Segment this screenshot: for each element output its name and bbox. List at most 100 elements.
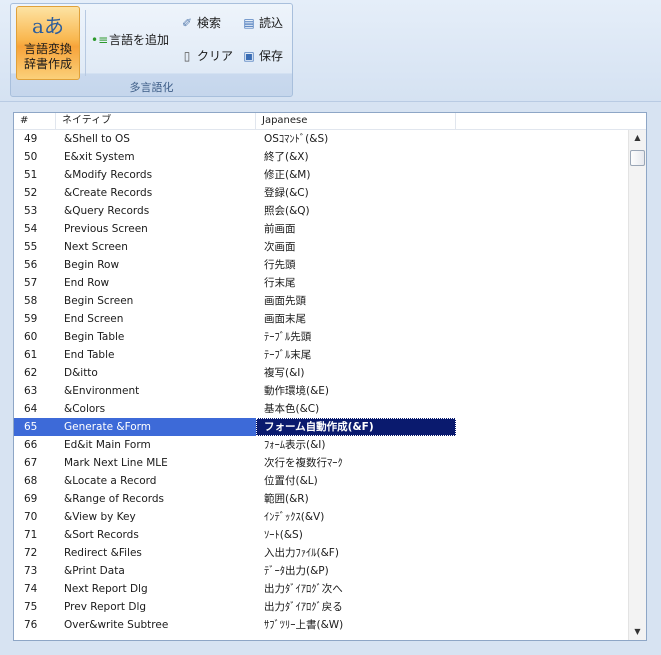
table-row[interactable]: 56 Begin Row 行先頭 bbox=[14, 256, 628, 274]
row-japanese-text: 照会(&Q) bbox=[264, 205, 310, 217]
table-row[interactable]: 63 &Environment 動作環境(&E) bbox=[14, 382, 628, 400]
translation-list[interactable]: # ネイティブ Japanese 49 &Shell to OS OSｺﾏﾝﾄﾞ(&… bbox=[13, 112, 647, 641]
language-dictionary-label-1: 言語変換 bbox=[23, 42, 72, 56]
language-dictionary-button[interactable]: aあ 言語変換 辞書作成 bbox=[16, 6, 80, 80]
row-japanese-text: OSｺﾏﾝﾄﾞ(&S) bbox=[264, 133, 329, 145]
row-number: 70 bbox=[24, 511, 38, 523]
table-row[interactable]: 52 &Create Records 登録(&C) bbox=[14, 184, 628, 202]
table-row[interactable]: 74 Next Report Dlg 出力ﾀﾞｲｱﾛｸﾞ次へ bbox=[14, 580, 628, 598]
row-number: 66 bbox=[24, 439, 38, 451]
table-row[interactable]: 59 End Screen 画面末尾 bbox=[14, 310, 628, 328]
table-row[interactable]: 72 Redirect &Files 入出力ﾌｧｲﾙ(&F) bbox=[14, 544, 628, 562]
row-native-text: Ed&it Main Form bbox=[64, 439, 151, 451]
column-header-native[interactable]: ネイティブ bbox=[56, 113, 256, 129]
row-number: 49 bbox=[24, 133, 38, 145]
ribbon-separator bbox=[85, 10, 86, 76]
row-number: 75 bbox=[24, 601, 38, 613]
row-japanese-text: 修正(&M) bbox=[264, 169, 311, 181]
scrollbar-thumb[interactable] bbox=[630, 150, 645, 166]
table-row[interactable]: 49 &Shell to OS OSｺﾏﾝﾄﾞ(&S) bbox=[14, 130, 628, 148]
clear-label: クリア bbox=[197, 49, 234, 63]
row-number: 71 bbox=[24, 529, 38, 541]
table-row[interactable]: 70 &View by Key ｲﾝﾃﾞｯｸｽ(&V) bbox=[14, 508, 628, 526]
table-row[interactable]: 66 Ed&it Main Form ﾌｫｰﾑ表示(&I) bbox=[14, 436, 628, 454]
table-row[interactable]: 73 &Print Data ﾃﾞｰﾀ出力(&P) bbox=[14, 562, 628, 580]
vertical-scrollbar[interactable]: ▲ ▼ bbox=[628, 130, 646, 640]
row-japanese-text: 基本色(&C) bbox=[264, 403, 320, 415]
scroll-up-arrow-icon[interactable]: ▲ bbox=[629, 130, 646, 146]
row-japanese-text: ﾌｫｰﾑ表示(&I) bbox=[264, 439, 326, 451]
table-row[interactable]: 76 Over&write Subtree ｻﾌﾞﾂﾘｰ上書(&W) bbox=[14, 616, 628, 634]
row-native-text: Mark Next Line MLE bbox=[64, 457, 168, 469]
table-row[interactable]: 55 Next Screen 次画面 bbox=[14, 238, 628, 256]
row-native-text: Over&write Subtree bbox=[64, 619, 169, 631]
row-native-text: &Range of Records bbox=[64, 493, 165, 505]
row-number: 54 bbox=[24, 223, 38, 235]
row-japanese-text: ｻﾌﾞﾂﾘｰ上書(&W) bbox=[264, 619, 344, 631]
table-row[interactable]: 57 End Row 行末尾 bbox=[14, 274, 628, 292]
row-native-text: Generate &Form bbox=[56, 418, 256, 436]
row-japanese-text: 出力ﾀﾞｲｱﾛｸﾞ次へ bbox=[264, 583, 343, 595]
row-japanese-text: 位置付(&L) bbox=[264, 475, 318, 487]
add-language-button[interactable]: •≡言語を追加 bbox=[89, 30, 169, 50]
table-row[interactable]: 54 Previous Screen 前画面 bbox=[14, 220, 628, 238]
row-japanese-text: ﾃｰﾌﾞﾙ先頭 bbox=[264, 331, 312, 343]
table-row[interactable]: 61 End Table ﾃｰﾌﾞﾙ末尾 bbox=[14, 346, 628, 364]
table-row[interactable]: 51 &Modify Records 修正(&M) bbox=[14, 166, 628, 184]
table-row[interactable]: 64 &Colors 基本色(&C) bbox=[14, 400, 628, 418]
row-number: 59 bbox=[24, 313, 38, 325]
row-native-text: Begin Screen bbox=[64, 295, 134, 307]
add-language-label: 言語を追加 bbox=[109, 33, 170, 47]
load-label: 読込 bbox=[259, 16, 284, 30]
row-native-text: Previous Screen bbox=[64, 223, 148, 235]
table-row[interactable]: 60 Begin Table ﾃｰﾌﾞﾙ先頭 bbox=[14, 328, 628, 346]
table-row[interactable]: 58 Begin Screen 画面先頭 bbox=[14, 292, 628, 310]
row-number: 76 bbox=[24, 619, 38, 631]
row-native-text: &View by Key bbox=[64, 511, 136, 523]
row-native-text: &Environment bbox=[64, 385, 140, 397]
row-japanese-text: ｲﾝﾃﾞｯｸｽ(&V) bbox=[264, 511, 325, 523]
row-japanese-text: 画面先頭 bbox=[264, 295, 306, 307]
table-row[interactable]: 50 E&xit System 終了(&X) bbox=[14, 148, 628, 166]
column-header-number[interactable]: # bbox=[14, 113, 56, 129]
row-japanese-text: 出力ﾀﾞｲｱﾛｸﾞ戻る bbox=[264, 601, 343, 613]
list-header: # ネイティブ Japanese bbox=[14, 113, 646, 130]
scroll-down-arrow-icon[interactable]: ▼ bbox=[629, 624, 646, 640]
row-japanese-text: 入出力ﾌｧｲﾙ(&F) bbox=[264, 547, 339, 559]
add-language-icon: •≡ bbox=[91, 33, 109, 47]
row-native-text: End Table bbox=[64, 349, 115, 361]
table-row[interactable]: 53 &Query Records 照会(&Q) bbox=[14, 202, 628, 220]
table-row[interactable]: 69 &Range of Records 範囲(&R) bbox=[14, 490, 628, 508]
table-row[interactable]: 62 D&itto 複写(&I) bbox=[14, 364, 628, 382]
column-header-japanese[interactable]: Japanese bbox=[256, 113, 456, 129]
row-japanese-text: 前画面 bbox=[264, 223, 296, 235]
row-native-text: &Print Data bbox=[64, 565, 125, 577]
row-native-text: &Modify Records bbox=[64, 169, 153, 181]
table-row[interactable]: 75 Prev Report Dlg 出力ﾀﾞｲｱﾛｸﾞ戻る bbox=[14, 598, 628, 616]
load-button[interactable]: ▤ 読込 bbox=[239, 13, 283, 33]
table-row[interactable]: 65 Generate &Form フォーム自動作成(&F) bbox=[14, 418, 628, 436]
row-japanese-text: 登録(&C) bbox=[264, 187, 309, 199]
row-native-text: Begin Row bbox=[64, 259, 120, 271]
language-dictionary-label-2: 辞書作成 bbox=[23, 57, 72, 71]
row-japanese-text: ｿｰﾄ(&S) bbox=[264, 529, 303, 541]
row-native-text: &Query Records bbox=[64, 205, 150, 217]
table-row[interactable]: 68 &Locate a Record 位置付(&L) bbox=[14, 472, 628, 490]
save-label: 保存 bbox=[259, 49, 284, 63]
row-number: 50 bbox=[24, 151, 38, 163]
row-japanese-text: 行先頭 bbox=[264, 259, 296, 271]
save-icon: ▣ bbox=[243, 49, 255, 63]
row-native-text: &Colors bbox=[64, 403, 106, 415]
search-button[interactable]: ✐ 検索 bbox=[177, 13, 221, 33]
row-number: 55 bbox=[24, 241, 38, 253]
row-native-text: End Screen bbox=[64, 313, 124, 325]
row-native-text: &Shell to OS bbox=[64, 133, 130, 145]
row-japanese-text: ﾃﾞｰﾀ出力(&P) bbox=[264, 565, 329, 577]
row-japanese-text: 画面末尾 bbox=[264, 313, 306, 325]
row-japanese-text: ﾃｰﾌﾞﾙ末尾 bbox=[264, 349, 312, 361]
table-row[interactable]: 67 Mark Next Line MLE 次行を複数行ﾏｰｸ bbox=[14, 454, 628, 472]
table-row[interactable]: 71 &Sort Records ｿｰﾄ(&S) bbox=[14, 526, 628, 544]
row-japanese-text: 行末尾 bbox=[264, 277, 296, 289]
clear-button[interactable]: ▯ クリア bbox=[177, 46, 233, 66]
save-button[interactable]: ▣ 保存 bbox=[239, 46, 283, 66]
